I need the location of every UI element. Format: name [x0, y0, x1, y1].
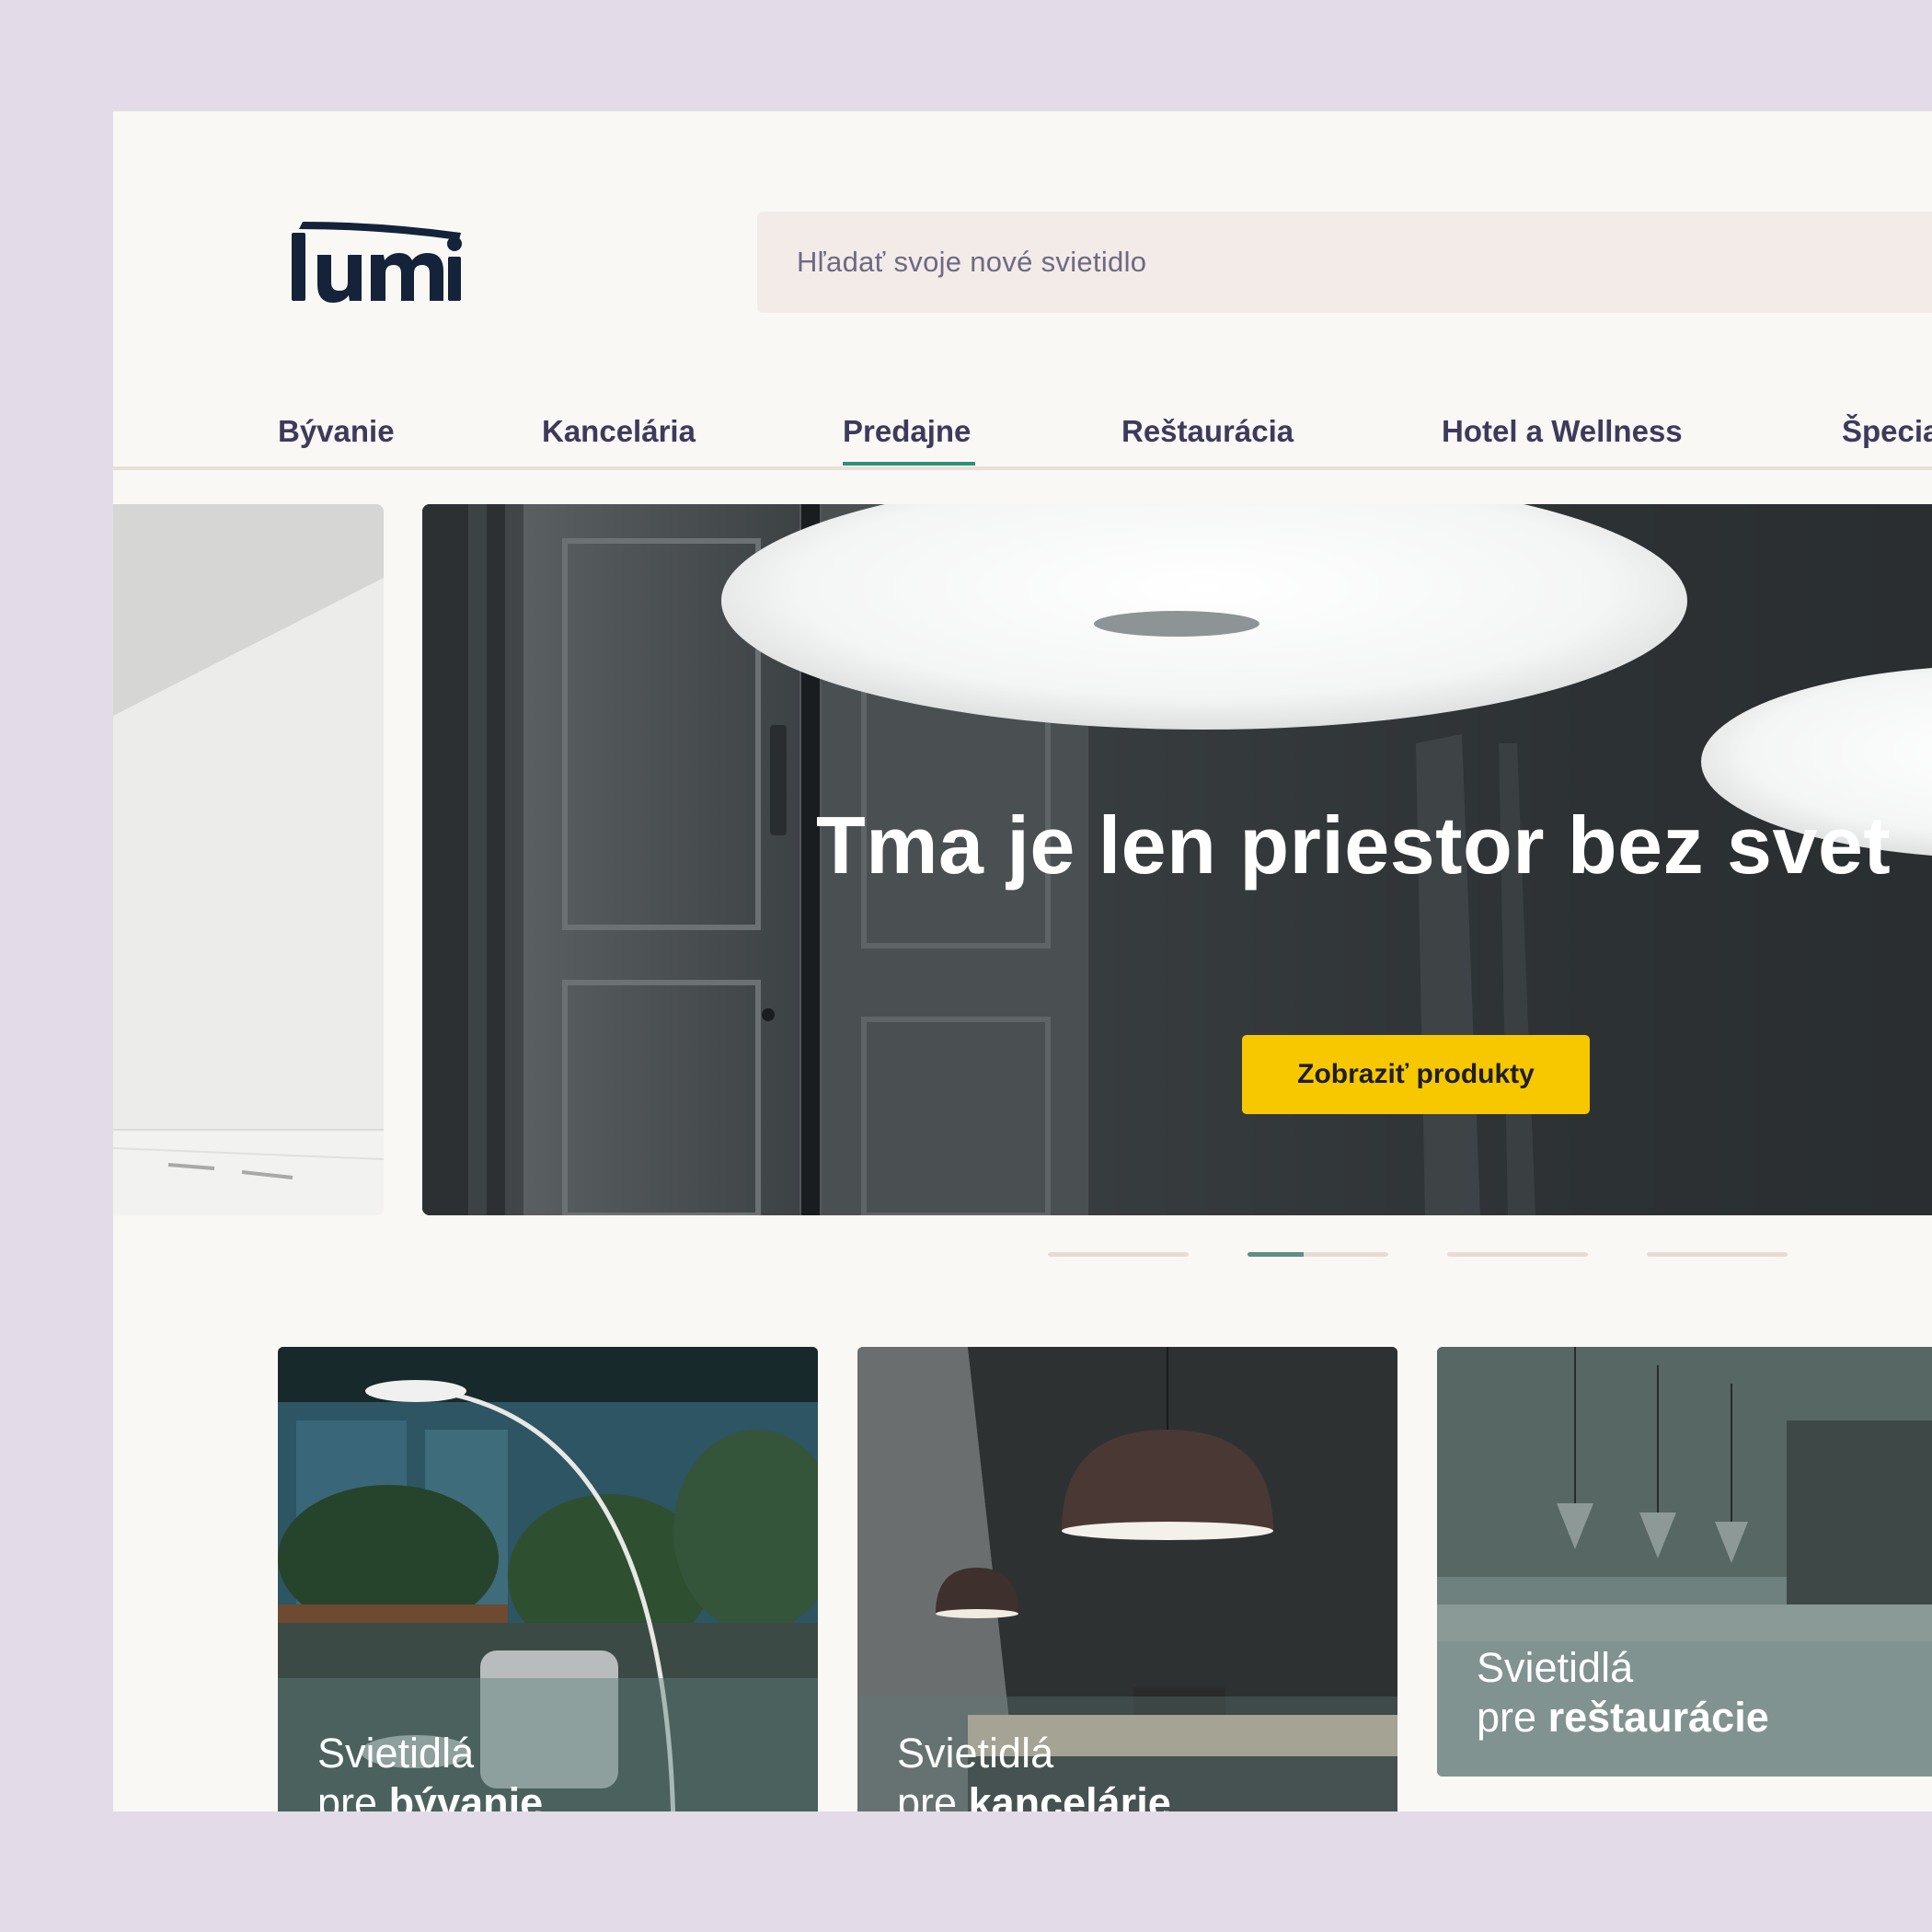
- category-card-byvanie[interactable]: Svietidlá pre bývanie: [278, 1347, 818, 1811]
- nav-item-hotel-wellness[interactable]: Hotel a Wellness: [1442, 411, 1683, 452]
- category-card-restauracie[interactable]: Svietidlá pre reštaurácie: [1437, 1347, 1932, 1777]
- nav-item-predajne[interactable]: Predajne: [843, 411, 971, 452]
- browser-page: Hľadať svoje nové svietidlo Bývanie Kanc…: [113, 111, 1932, 1811]
- nav-item-restauracia[interactable]: Reštaurácia: [1121, 411, 1294, 452]
- nav-active-indicator: [843, 462, 975, 466]
- show-products-button[interactable]: Zobraziť produkty: [1242, 1035, 1590, 1114]
- card-label-restauracie: Svietidlá pre reštaurácie: [1477, 1644, 1769, 1741]
- category-card-kancelarie[interactable]: Svietidlá pre kancelárie: [857, 1347, 1397, 1811]
- hero-slide: Tma je len priestor bez svet Zobraziť pr…: [422, 504, 1932, 1215]
- prev-slide-image: [113, 504, 384, 1215]
- lumi-logo[interactable]: [279, 220, 472, 316]
- carousel-dot-progress: [1248, 1252, 1305, 1257]
- carousel-dot-4[interactable]: [1647, 1252, 1788, 1257]
- carousel-prev-slide[interactable]: [113, 504, 384, 1215]
- nav-item-byvanie[interactable]: Bývanie: [278, 411, 395, 452]
- logo-mark: [292, 222, 462, 303]
- carousel-dot-3[interactable]: [1447, 1252, 1588, 1257]
- carousel-dot-2[interactable]: [1248, 1252, 1388, 1257]
- hero-title: Tma je len priestor bez svet: [816, 799, 1892, 891]
- search-placeholder: Hľadať svoje nové svietidlo: [797, 246, 1147, 278]
- search-input[interactable]: Hľadať svoje nové svietidlo: [757, 212, 1932, 313]
- carousel-dot-1[interactable]: [1048, 1252, 1189, 1257]
- carousel-indicators: [113, 1252, 1932, 1258]
- nav-item-specialne[interactable]: Špecia: [1842, 411, 1932, 452]
- nav-item-kancelaria[interactable]: Kancelária: [542, 411, 696, 452]
- card-label-byvanie: Svietidlá pre bývanie: [317, 1730, 544, 1811]
- card-label-kancelarie: Svietidlá pre kancelárie: [897, 1730, 1171, 1811]
